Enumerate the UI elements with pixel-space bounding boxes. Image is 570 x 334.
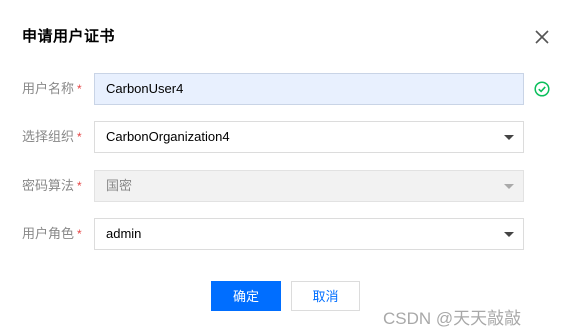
username-label: 用户名称 * xyxy=(22,81,82,96)
role-select[interactable]: admin xyxy=(94,218,524,250)
role-label: 用户角色 * xyxy=(22,226,82,241)
username-row: 用户名称 * CarbonUser4 xyxy=(0,73,570,105)
chevron-down-icon xyxy=(504,232,514,237)
organization-row: 选择组织 * CarbonOrganization4 xyxy=(0,121,570,153)
algorithm-select: 国密 xyxy=(94,170,524,202)
username-value: CarbonUser4 xyxy=(106,81,184,96)
required-mark: * xyxy=(77,179,82,193)
check-circle-icon xyxy=(534,81,550,97)
cancel-button[interactable]: 取消 xyxy=(291,281,360,311)
role-value: admin xyxy=(106,226,142,241)
algorithm-label: 密码算法 * xyxy=(22,178,82,193)
username-input[interactable]: CarbonUser4 xyxy=(94,73,524,105)
watermark: CSDN @天天敲敲 xyxy=(383,309,522,328)
chevron-down-icon xyxy=(504,184,514,189)
close-icon[interactable] xyxy=(534,29,550,45)
apply-user-certificate-dialog: 申请用户证书 用户名称 * CarbonUser4 选择组织 * CarbonOrg… xyxy=(0,0,570,334)
algorithm-value: 国密 xyxy=(106,178,133,193)
required-mark: * xyxy=(77,130,82,144)
organization-label: 选择组织 * xyxy=(22,129,82,144)
required-mark: * xyxy=(77,82,82,96)
organization-value: CarbonOrganization4 xyxy=(106,129,230,144)
role-row: 用户角色 * admin xyxy=(0,218,570,250)
dialog-title: 申请用户证书 xyxy=(22,28,116,45)
organization-select[interactable]: CarbonOrganization4 xyxy=(94,121,524,153)
confirm-button[interactable]: 确定 xyxy=(211,281,281,311)
required-mark: * xyxy=(77,227,82,241)
algorithm-row: 密码算法 * 国密 xyxy=(0,170,570,202)
chevron-down-icon xyxy=(504,135,514,140)
